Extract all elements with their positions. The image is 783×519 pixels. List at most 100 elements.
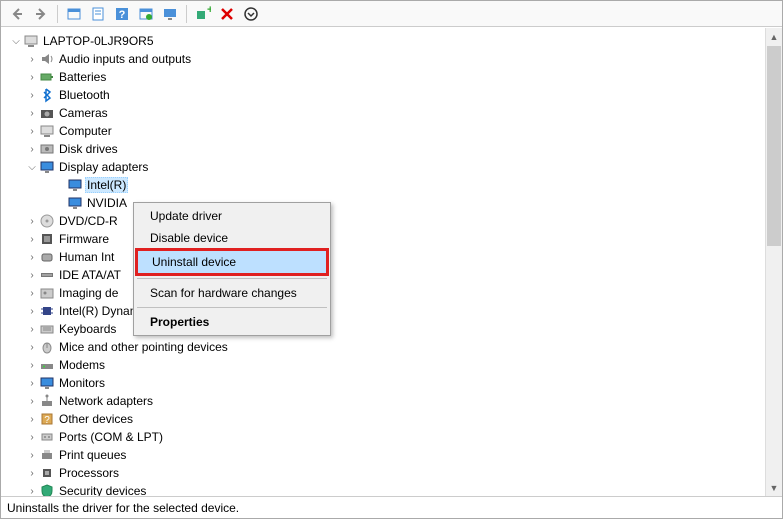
tree-node[interactable]: Intel(R): [1, 176, 765, 194]
context-menu-item[interactable]: Update driver: [136, 205, 328, 227]
tree-node[interactable]: › Security devices: [1, 482, 765, 496]
add-hardware-icon: +: [195, 6, 211, 22]
tree-node-label: Processors: [57, 466, 121, 480]
tree-node[interactable]: ›Mice and other pointing devices: [1, 338, 765, 356]
tree-node-label: Security devices: [57, 484, 148, 496]
context-menu-item[interactable]: Scan for hardware changes: [136, 282, 328, 304]
tree-node[interactable]: › Audio inputs and outputs: [1, 50, 765, 68]
hid-icon: [39, 249, 55, 265]
chevron-right-icon[interactable]: ›: [25, 414, 39, 425]
update-driver-button[interactable]: [134, 3, 158, 25]
chevron-right-icon[interactable]: ›: [25, 396, 39, 407]
firmware-icon: [39, 231, 55, 247]
imaging-icon: [39, 285, 55, 301]
help-button[interactable]: ?: [110, 3, 134, 25]
chevron-right-icon[interactable]: ›: [25, 252, 39, 263]
scan-hardware-button[interactable]: [158, 3, 182, 25]
chevron-right-icon[interactable]: ›: [25, 324, 39, 335]
tree-node[interactable]: ›Firmware: [1, 230, 765, 248]
network-icon: [39, 393, 55, 409]
chevron-right-icon[interactable]: ›: [25, 342, 39, 353]
security-icon: [39, 483, 55, 496]
tree-node[interactable]: › Bluetooth: [1, 86, 765, 104]
chevron-down-icon[interactable]: ⌵: [25, 162, 39, 173]
tree-node-label: Batteries: [57, 70, 108, 84]
tree-node[interactable]: ›Human Int: [1, 248, 765, 266]
display-icon: [67, 195, 83, 211]
back-button[interactable]: [5, 3, 29, 25]
tree-node[interactable]: › Disk drives: [1, 140, 765, 158]
audio-icon: [39, 51, 55, 67]
scroll-down-icon[interactable]: ▼: [766, 479, 782, 496]
context-menu-item[interactable]: Disable device: [136, 227, 328, 249]
toolbar-separator: [57, 5, 58, 23]
scrollbar-thumb[interactable]: [767, 46, 781, 246]
sheet-icon: [90, 6, 106, 22]
tree-node[interactable]: ›IDE ATA/AT: [1, 266, 765, 284]
monitor-scan-icon: [162, 6, 178, 22]
tree-node[interactable]: ›?Other devices: [1, 410, 765, 428]
tree-node-label: DVD/CD-R: [57, 214, 120, 228]
tree-node-label: Disk drives: [57, 142, 120, 156]
tree-node[interactable]: › Monitors: [1, 374, 765, 392]
battery-icon: [39, 69, 55, 85]
chevron-right-icon[interactable]: ›: [25, 270, 39, 281]
panel-icon: [66, 6, 82, 22]
chevron-right-icon[interactable]: ›: [25, 234, 39, 245]
chevron-right-icon[interactable]: ›: [25, 144, 39, 155]
chevron-right-icon[interactable]: ›: [25, 360, 39, 371]
tree-node[interactable]: ›Keyboards: [1, 320, 765, 338]
device-tree[interactable]: ⌵LAPTOP-0LJR9OR5 › Audio inputs and output…: [1, 28, 765, 496]
uninstall-button[interactable]: [215, 3, 239, 25]
other-icon: ?: [39, 411, 55, 427]
tree-node[interactable]: ›Ports (COM & LPT): [1, 428, 765, 446]
cpu-icon: [39, 465, 55, 481]
chevron-right-icon[interactable]: ›: [25, 54, 39, 65]
tree-node-label: Other devices: [57, 412, 135, 426]
properties-button[interactable]: [86, 3, 110, 25]
more-button[interactable]: [239, 3, 263, 25]
tree-node[interactable]: ›Imaging de: [1, 284, 765, 302]
monitor-icon: [39, 375, 55, 391]
tree-node[interactable]: ›Modems: [1, 356, 765, 374]
tree-node[interactable]: › Processors: [1, 464, 765, 482]
scroll-up-icon[interactable]: ▲: [766, 28, 782, 45]
context-menu-item[interactable]: Uninstall device: [135, 248, 329, 276]
toolbar-separator: [186, 5, 187, 23]
tree-node[interactable]: ›Intel(R) Dynamic Platform and Thermal F…: [1, 302, 765, 320]
mouse-icon: [39, 339, 55, 355]
status-text: Uninstalls the driver for the selected d…: [7, 501, 239, 515]
chevron-right-icon[interactable]: ›: [25, 72, 39, 83]
tree-node[interactable]: › DVD/CD-R: [1, 212, 765, 230]
chevron-right-icon[interactable]: ›: [25, 378, 39, 389]
tree-node[interactable]: ⌵LAPTOP-0LJR9OR5: [1, 32, 765, 50]
context-menu-separator: [137, 307, 327, 308]
tree-node-label: Bluetooth: [57, 88, 112, 102]
chevron-right-icon[interactable]: ›: [25, 432, 39, 443]
tree-node-label: Monitors: [57, 376, 107, 390]
show-hidden-button[interactable]: [62, 3, 86, 25]
tree-node[interactable]: NVIDIA: [1, 194, 765, 212]
chevron-right-icon[interactable]: ›: [25, 126, 39, 137]
tree-node[interactable]: ›Computer: [1, 122, 765, 140]
chevron-right-icon[interactable]: ›: [25, 306, 39, 317]
chevron-right-icon[interactable]: ›: [25, 288, 39, 299]
arrow-left-icon: [9, 6, 25, 22]
vertical-scrollbar[interactable]: ▲ ▼: [765, 28, 782, 496]
add-legacy-button[interactable]: +: [191, 3, 215, 25]
context-menu-item[interactable]: Properties: [136, 311, 328, 333]
tree-node[interactable]: ⌵Display adapters: [1, 158, 765, 176]
chevron-right-icon[interactable]: ›: [25, 450, 39, 461]
chevron-right-icon[interactable]: ›: [25, 486, 39, 497]
chevron-right-icon[interactable]: ›: [25, 108, 39, 119]
forward-button[interactable]: [29, 3, 53, 25]
chevron-down-icon[interactable]: ⌵: [9, 36, 23, 47]
tree-node[interactable]: ›Print queues: [1, 446, 765, 464]
chevron-right-icon[interactable]: ›: [25, 216, 39, 227]
chevron-right-icon[interactable]: ›: [25, 468, 39, 479]
tree-node[interactable]: ›Network adapters: [1, 392, 765, 410]
tree-node[interactable]: › Batteries: [1, 68, 765, 86]
chevron-right-icon[interactable]: ›: [25, 90, 39, 101]
tree-node[interactable]: ›Cameras: [1, 104, 765, 122]
tree-node-label: Audio inputs and outputs: [57, 52, 193, 66]
